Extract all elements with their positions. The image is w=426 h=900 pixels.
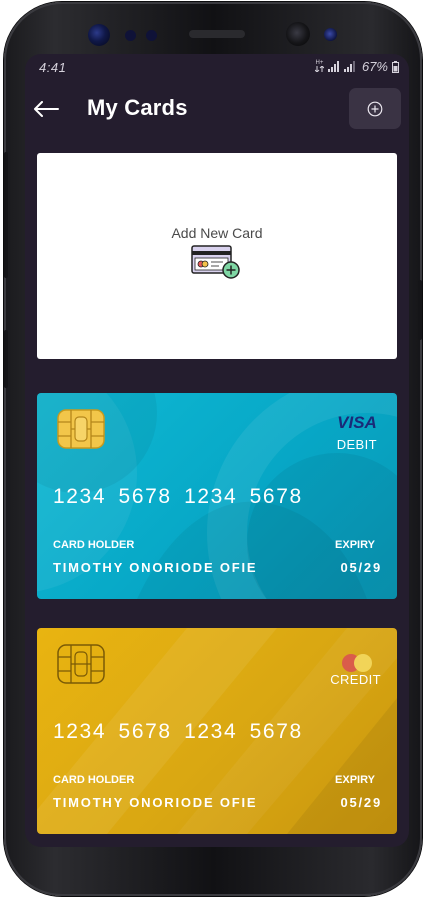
card-number: 1234 5678 1234 5678 (53, 485, 303, 508)
phone-frame: 4:41 H+ 67% My Cards Add New Card VISA D… (4, 2, 422, 896)
card-holder-label: CARD HOLDER (53, 774, 135, 786)
card-type-label: DEBIT (336, 437, 377, 452)
page-title: My Cards (87, 95, 188, 120)
status-bar: 4:41 H+ 67% (25, 54, 409, 80)
earpiece-speaker (189, 30, 245, 38)
sensor-dot (146, 30, 157, 41)
battery-percent: 67% (361, 59, 388, 74)
card-type-label: CREDIT (330, 672, 381, 687)
sensor-dot (125, 30, 136, 41)
screen: 4:41 H+ 67% My Cards Add New Card VISA D… (25, 54, 409, 847)
svg-text:VISA: VISA (337, 413, 377, 431)
chip-icon (57, 409, 105, 449)
add-new-card-label: Add New Card (171, 225, 263, 241)
mastercard-logo-icon (342, 654, 372, 672)
credit-card[interactable]: CREDIT 1234 5678 1234 5678 CARD HOLDER T… (37, 628, 397, 834)
signal-icon-2 (343, 61, 355, 72)
card-holder-label: CARD HOLDER (53, 539, 135, 551)
power-button (418, 280, 422, 340)
volume-button (4, 152, 8, 278)
expiry-label: EXPIRY (335, 539, 375, 551)
status-icons: H+ 67% (314, 59, 399, 74)
plus-circle-icon (367, 101, 383, 116)
network-type-icon: H+ (314, 60, 325, 74)
card-add-icon (191, 245, 240, 279)
signal-icon (327, 61, 339, 72)
front-camera-icon (286, 22, 310, 46)
app-bar: My Cards (25, 82, 409, 136)
visa-logo-icon: VISA (337, 413, 377, 431)
expiry-label: EXPIRY (335, 774, 375, 786)
iris-scanner-icon (88, 24, 110, 46)
bixby-button (4, 330, 8, 388)
card-number: 1234 5678 1234 5678 (53, 720, 303, 743)
card-holder-name: TIMOTHY ONORIODE OFIE (53, 795, 258, 810)
card-holder-name: TIMOTHY ONORIODE OFIE (53, 560, 258, 575)
add-new-card-panel[interactable]: Add New Card (37, 153, 397, 359)
add-card-button[interactable] (349, 88, 401, 129)
proximity-sensor (324, 28, 337, 41)
back-button[interactable] (31, 94, 61, 124)
arrow-left-icon (34, 101, 59, 117)
status-time: 4:41 (39, 60, 67, 75)
debit-card[interactable]: VISA DEBIT 1234 5678 1234 5678 CARD HOLD… (37, 393, 397, 599)
expiry-date: 05/29 (340, 795, 382, 810)
battery-icon (392, 60, 399, 73)
chip-icon (57, 644, 105, 684)
expiry-date: 05/29 (340, 560, 382, 575)
